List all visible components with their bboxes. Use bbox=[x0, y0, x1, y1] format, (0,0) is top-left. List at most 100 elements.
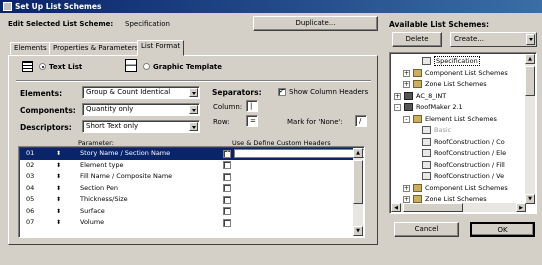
row-number: 02 bbox=[26, 160, 35, 169]
custom-header-checkbox[interactable] bbox=[223, 172, 231, 181]
expand-icon[interactable]: + bbox=[403, 196, 410, 203]
table-row[interactable]: 04 ⬍ Section Pen bbox=[20, 183, 353, 195]
window-title: Set Up List Schemes bbox=[15, 2, 102, 11]
custom-header-checkbox[interactable] bbox=[223, 149, 231, 158]
scroll-up-icon[interactable]: ▲ bbox=[353, 148, 363, 158]
scroll-up-icon[interactable]: ▲ bbox=[525, 54, 535, 64]
tree-node-label: RoofConstruction / Ve bbox=[434, 172, 505, 180]
delete-button[interactable]: Delete bbox=[392, 32, 442, 47]
scroll-down-icon[interactable]: ▼ bbox=[353, 226, 363, 236]
text-list-label: Text List bbox=[49, 63, 83, 71]
available-schemes-label: Available List Schemes: bbox=[389, 20, 489, 29]
scroll-down-icon[interactable]: ▼ bbox=[525, 194, 535, 204]
descriptors-label: Descriptors: bbox=[20, 123, 72, 132]
separators-label: Separators: bbox=[212, 88, 262, 97]
folder-icon bbox=[413, 68, 422, 77]
descriptors-select[interactable]: Short Text only bbox=[82, 120, 200, 133]
row-number: 07 bbox=[26, 218, 35, 226]
table-row[interactable]: 02 ⬍ Element type bbox=[20, 160, 353, 172]
collapse-icon[interactable]: - bbox=[394, 104, 401, 111]
elements-select[interactable]: Group & Count Identical bbox=[82, 86, 200, 99]
chevron-down-icon[interactable] bbox=[189, 105, 198, 114]
folder-icon bbox=[413, 183, 422, 192]
graphic-template-icon bbox=[125, 59, 137, 72]
table-row[interactable]: 01 ⬍ Story Name / Section Name bbox=[20, 148, 364, 160]
parameter-name: Surface bbox=[80, 206, 105, 215]
move-handle-icon[interactable]: ⬍ bbox=[56, 183, 61, 194]
components-label: Components: bbox=[20, 106, 76, 115]
mark-none-input[interactable]: / bbox=[355, 115, 367, 127]
move-handle-icon[interactable]: ⬍ bbox=[56, 217, 61, 228]
document-icon bbox=[422, 126, 431, 134]
cancel-button[interactable]: Cancel bbox=[394, 222, 459, 237]
scroll-right-icon[interactable]: ▶ bbox=[516, 203, 526, 212]
move-handle-icon[interactable]: ⬍ bbox=[56, 206, 61, 217]
tree-node-label: Component List Schemes bbox=[425, 183, 508, 192]
custom-header-checkbox[interactable] bbox=[223, 161, 231, 169]
expand-icon[interactable]: + bbox=[394, 92, 401, 100]
folder-icon bbox=[413, 114, 422, 123]
expand-icon[interactable]: + bbox=[403, 184, 410, 192]
scheme-name: Specification bbox=[125, 20, 170, 28]
title-bar[interactable]: Set Up List Schemes bbox=[0, 0, 542, 13]
parameter-name: Fill Name / Composite Name bbox=[80, 172, 173, 180]
components-select[interactable]: Quantity only bbox=[82, 103, 200, 116]
parameter-name: Volume bbox=[80, 218, 105, 226]
table-row[interactable]: 07 ⬍ Volume bbox=[20, 217, 353, 229]
row-number: 01 bbox=[26, 149, 35, 157]
scroll-thumb[interactable] bbox=[525, 66, 535, 96]
row-separator-input[interactable]: = bbox=[246, 115, 258, 127]
create-dropdown[interactable]: Create... bbox=[450, 32, 537, 47]
show-column-headers-checkbox[interactable] bbox=[278, 87, 286, 96]
move-handle-icon[interactable]: ⬍ bbox=[56, 148, 61, 159]
parameter-name: Element type bbox=[80, 160, 124, 169]
custom-header-checkbox[interactable] bbox=[223, 184, 231, 192]
tree-node-label: Component List Schemes bbox=[425, 68, 508, 77]
parameter-name: Story Name / Section Name bbox=[80, 149, 171, 157]
descriptors-value: Short Text only bbox=[86, 122, 139, 130]
tree-scrollbar[interactable]: ▲ ▼ bbox=[525, 54, 535, 204]
table-row[interactable]: 03 ⬍ Fill Name / Composite Name bbox=[20, 171, 353, 183]
text-list-radio[interactable] bbox=[39, 63, 46, 70]
tree-node-label: Element List Schemes bbox=[425, 114, 497, 123]
scroll-left-icon[interactable]: ◀ bbox=[391, 203, 401, 212]
tree-node-label: AC_8_INT bbox=[416, 91, 447, 100]
duplicate-button[interactable]: Duplicate... bbox=[253, 16, 378, 31]
ok-button[interactable]: OK bbox=[470, 222, 535, 237]
table-row[interactable]: 06 ⬍ Surface bbox=[20, 206, 353, 218]
move-handle-icon[interactable]: ⬍ bbox=[56, 160, 61, 171]
expand-icon[interactable]: + bbox=[403, 69, 410, 77]
tab-properties-parameters[interactable]: Properties & Parameters bbox=[49, 42, 143, 55]
graphic-template-radio[interactable] bbox=[143, 63, 150, 70]
dialog-window: Set Up List Schemes Edit Selected List S… bbox=[0, 0, 542, 265]
expand-icon[interactable]: + bbox=[403, 81, 410, 88]
tree-node-label: RoofMaker 2.1 bbox=[416, 103, 463, 111]
table-scrollbar[interactable]: ▲ ▼ bbox=[353, 148, 363, 236]
custom-header-checkbox[interactable] bbox=[223, 218, 231, 227]
tree-horizontal-scrollbar[interactable]: ◀ ▶ bbox=[391, 203, 526, 212]
elements-value: Group & Count Identical bbox=[86, 88, 171, 96]
chevron-down-icon[interactable] bbox=[189, 122, 198, 131]
column-separator-input[interactable]: | bbox=[246, 100, 258, 112]
scroll-thumb[interactable] bbox=[353, 160, 363, 204]
database-icon bbox=[404, 91, 413, 100]
custom-header-input[interactable] bbox=[234, 149, 364, 158]
database-icon bbox=[404, 103, 413, 111]
table-row[interactable]: 05 ⬍ Thickness/Size bbox=[20, 194, 353, 206]
scroll-thumb[interactable] bbox=[403, 203, 463, 212]
tab-elements[interactable]: Elements bbox=[10, 42, 51, 55]
document-icon bbox=[422, 149, 431, 157]
custom-header-checkbox[interactable] bbox=[223, 207, 231, 215]
chevron-down-icon[interactable] bbox=[189, 88, 198, 97]
row-number: 05 bbox=[26, 195, 35, 203]
document-icon bbox=[422, 137, 431, 146]
parameter-table: 01 ⬍ Story Name / Section Name 02 ⬍ Element t… bbox=[18, 146, 365, 238]
folder-icon bbox=[413, 80, 422, 88]
move-handle-icon[interactable]: ⬍ bbox=[56, 194, 61, 205]
tab-list-format[interactable]: List Format bbox=[137, 40, 185, 56]
move-handle-icon[interactable]: ⬍ bbox=[56, 171, 61, 182]
column-separator-label: Column: bbox=[213, 103, 243, 111]
custom-header-checkbox[interactable] bbox=[223, 195, 231, 204]
chevron-down-icon[interactable] bbox=[526, 34, 535, 45]
collapse-icon[interactable]: - bbox=[403, 115, 410, 123]
